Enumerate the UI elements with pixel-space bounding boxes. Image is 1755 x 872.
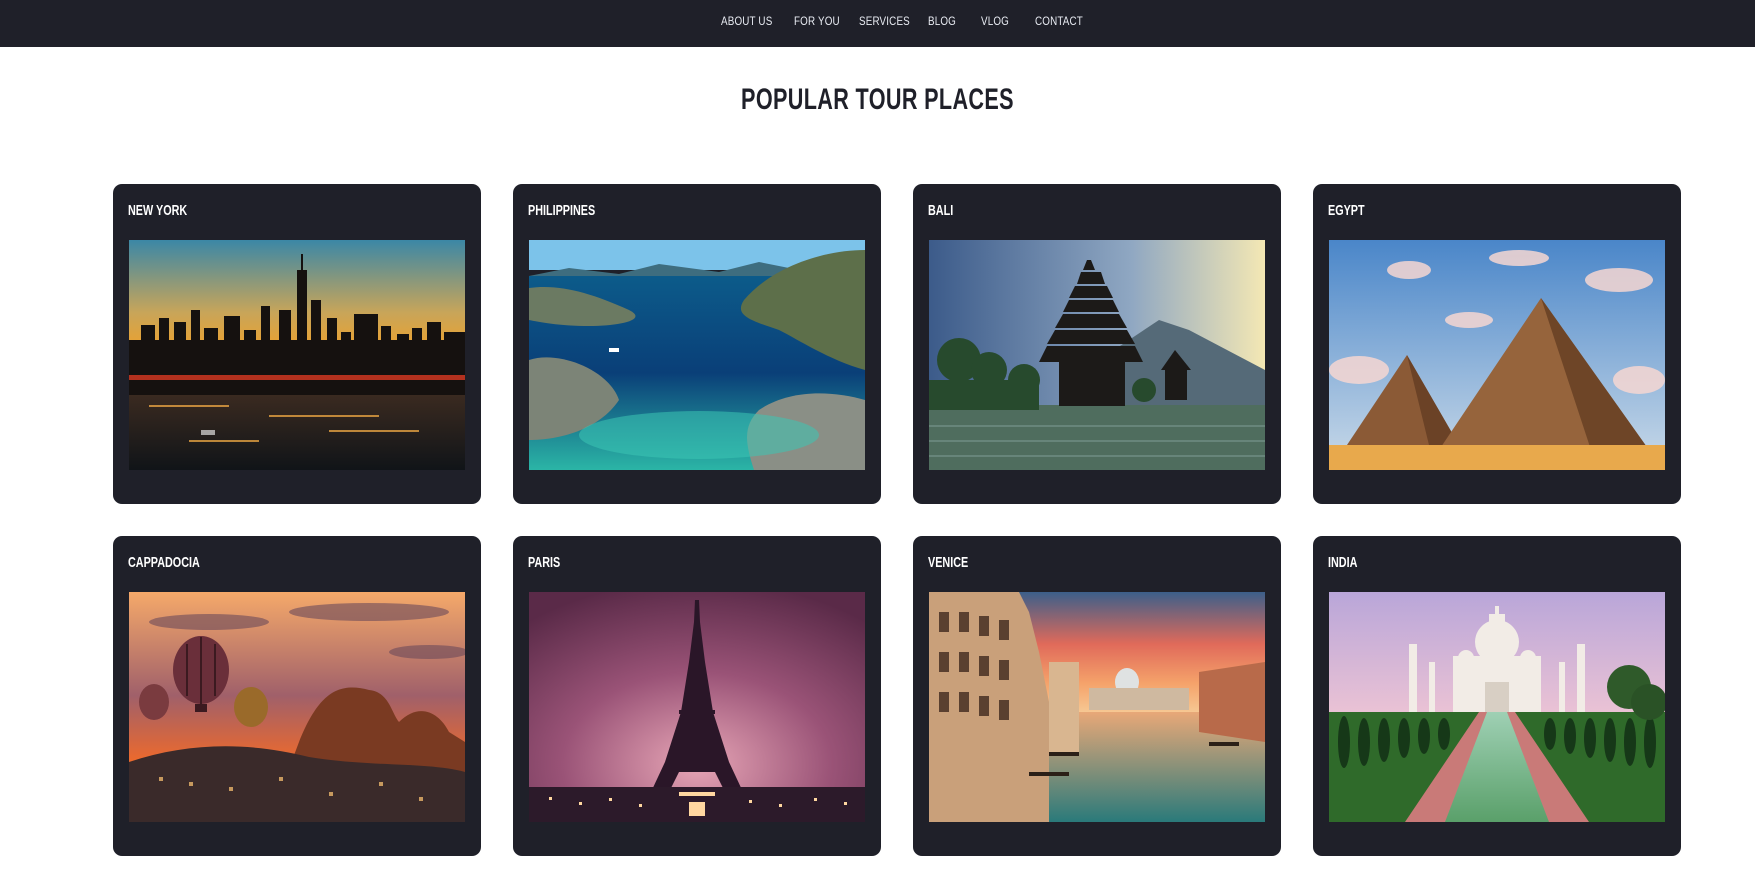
philippines-image <box>529 240 865 470</box>
egypt-photo[interactable] <box>1329 240 1665 470</box>
nav-link-about-us[interactable]: ABOUT US <box>721 12 772 30</box>
place-card-title: NEW YORK <box>128 202 188 219</box>
cappadocia-image <box>129 592 465 822</box>
place-card-title: CAPPADOCIA <box>128 554 200 571</box>
philippines-photo[interactable] <box>529 240 865 470</box>
place-card-title: BALI <box>928 202 954 219</box>
place-card-paris[interactable]: PARIS <box>513 536 881 856</box>
india-photo[interactable] <box>1329 592 1665 822</box>
nav-link-blog[interactable]: BLOG <box>928 12 956 30</box>
cappadocia-photo[interactable] <box>129 592 465 822</box>
place-card-title: EGYPT <box>1328 202 1365 219</box>
page-title-text: POPULAR TOUR PLACES <box>741 83 1014 116</box>
place-card-venice[interactable]: VENICE <box>913 536 1281 856</box>
nav-link-for-you[interactable]: FOR YOU <box>794 12 840 30</box>
nav-link-services[interactable]: SERVICES <box>859 12 910 30</box>
top-navbar: ABOUT US FOR YOU SERVICES BLOG VLOG CONT… <box>0 0 1755 47</box>
venice-photo[interactable] <box>929 592 1265 822</box>
place-card-new-york[interactable]: NEW YORK <box>113 184 481 504</box>
place-card-title: PARIS <box>528 554 561 571</box>
bali-photo[interactable] <box>929 240 1265 470</box>
nav-link-contact[interactable]: CONTACT <box>1035 12 1083 30</box>
bali-image <box>929 240 1265 470</box>
new-york-photo[interactable] <box>129 240 465 470</box>
place-card-title: VENICE <box>928 554 969 571</box>
egypt-image <box>1329 240 1665 470</box>
place-card-india[interactable]: INDIA <box>1313 536 1681 856</box>
nav-link-vlog[interactable]: VLOG <box>981 12 1009 30</box>
venice-image <box>929 592 1265 822</box>
place-card-egypt[interactable]: EGYPT <box>1313 184 1681 504</box>
paris-photo[interactable] <box>529 592 865 822</box>
place-card-title: PHILIPPINES <box>528 202 596 219</box>
paris-image <box>529 592 865 822</box>
place-card-philippines[interactable]: PHILIPPINES <box>513 184 881 504</box>
place-card-bali[interactable]: BALI <box>913 184 1281 504</box>
india-image <box>1329 592 1665 822</box>
new-york-image <box>129 240 465 470</box>
page-title: POPULAR TOUR PLACES <box>0 80 1755 120</box>
place-card-title: INDIA <box>1328 554 1358 571</box>
place-card-cappadocia[interactable]: CAPPADOCIA <box>113 536 481 856</box>
